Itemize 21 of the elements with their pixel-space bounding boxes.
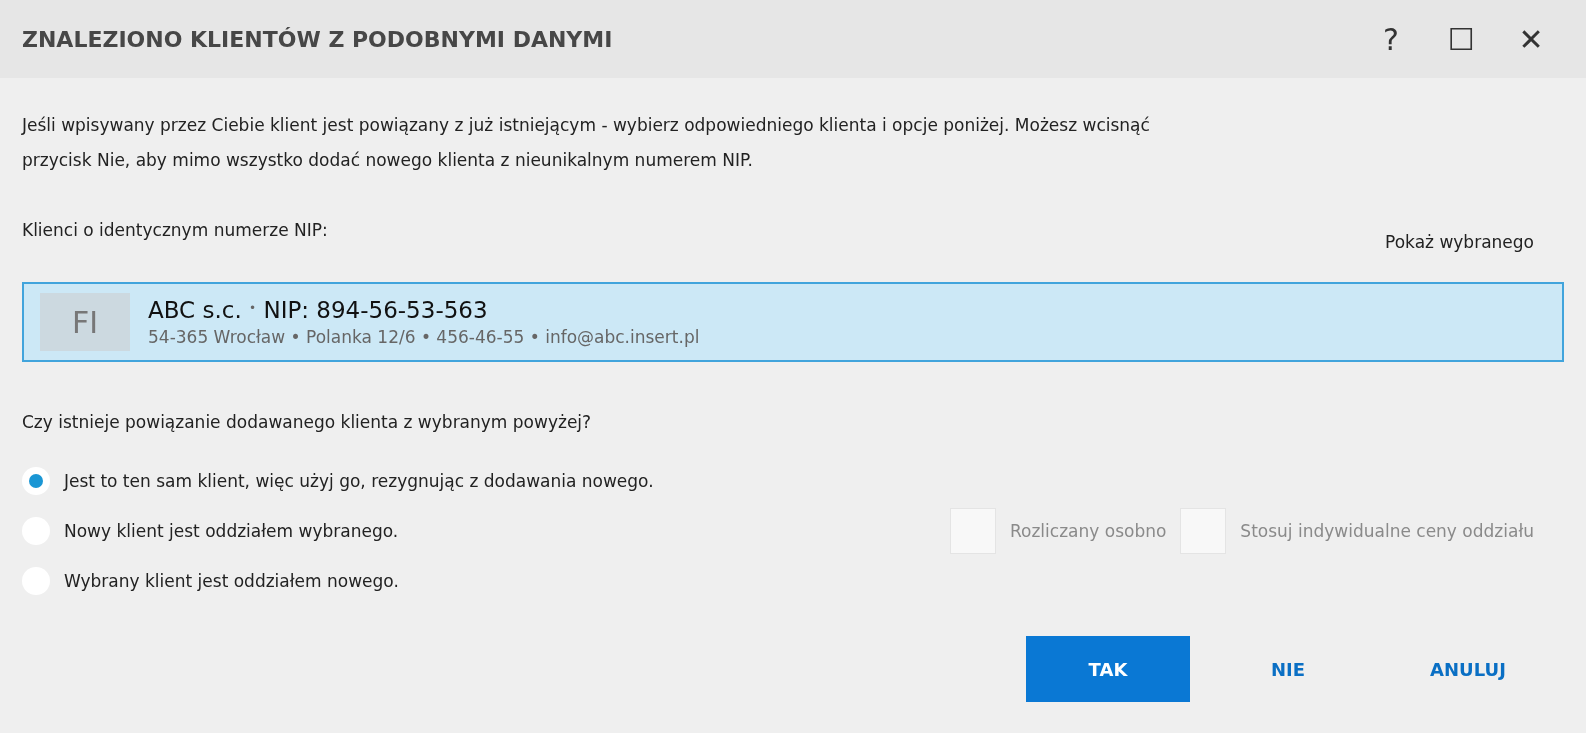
radio-button[interactable] [22, 467, 50, 495]
dialog-button[interactable]: NIE [1206, 636, 1370, 702]
help-button[interactable]: ? [1356, 20, 1426, 58]
option-label[interactable]: Jest to ten sam klient, więc użyj go, rezygnując z dodawania nowego. [64, 471, 654, 491]
checkbox-label: Stosuj indywidualne ceny oddziału [1240, 521, 1534, 541]
close-button[interactable]: ✕ [1496, 20, 1566, 58]
question-text: Czy istnieje powiązanie dodawanego klienta z wybranym powyżej? [22, 412, 593, 432]
checkbox-label: Rozliczany osobno [1010, 521, 1167, 541]
option-label[interactable]: Wybrany klient jest oddziałem nowego. [64, 571, 399, 591]
avatar-initials: FI [40, 293, 130, 351]
client-name: ABC s.c. $^{•}$ NIP: 894-56-53-563 [148, 297, 489, 323]
show-selected-link[interactable]: Pokaż wybranego [1385, 232, 1534, 252]
intro-text: Jeśli wpisywany przez Ciebie klient jest powiązany z już istniejącym - wybierz odpowiedniego klienta i opcje poniżej. Możesz wcisnąć przycisk Nie, aby mimo wszystko dodać nowego klienta z nieunikalnym numerem NIP. [22, 114, 1151, 172]
confirm-button[interactable]: TAK [1026, 636, 1190, 702]
dialog-button[interactable]: ANULUJ [1386, 636, 1550, 702]
option-label[interactable]: Nowy klient jest oddziałem wybranego. [64, 521, 399, 541]
client-details: 54-365 Wrocław • Polanka 12/6 • 456-46-55 • info@abc.insert.pl [148, 327, 700, 347]
list-label: Klienci o identycznym numerze NIP: [22, 220, 328, 240]
window-title: ZNALEZIONO KLIENTÓW Z PODOBNYMI DANYMI [22, 26, 614, 52]
maximize-button[interactable]: ☐ [1426, 20, 1496, 58]
client-row[interactable]: FI ABC s.c. $^{•}$ NIP: 894-56-53-563 54-365 Wrocław • Polanka 12/6 • 456-46-55 • info@abc.insert.pl [22, 282, 1564, 362]
